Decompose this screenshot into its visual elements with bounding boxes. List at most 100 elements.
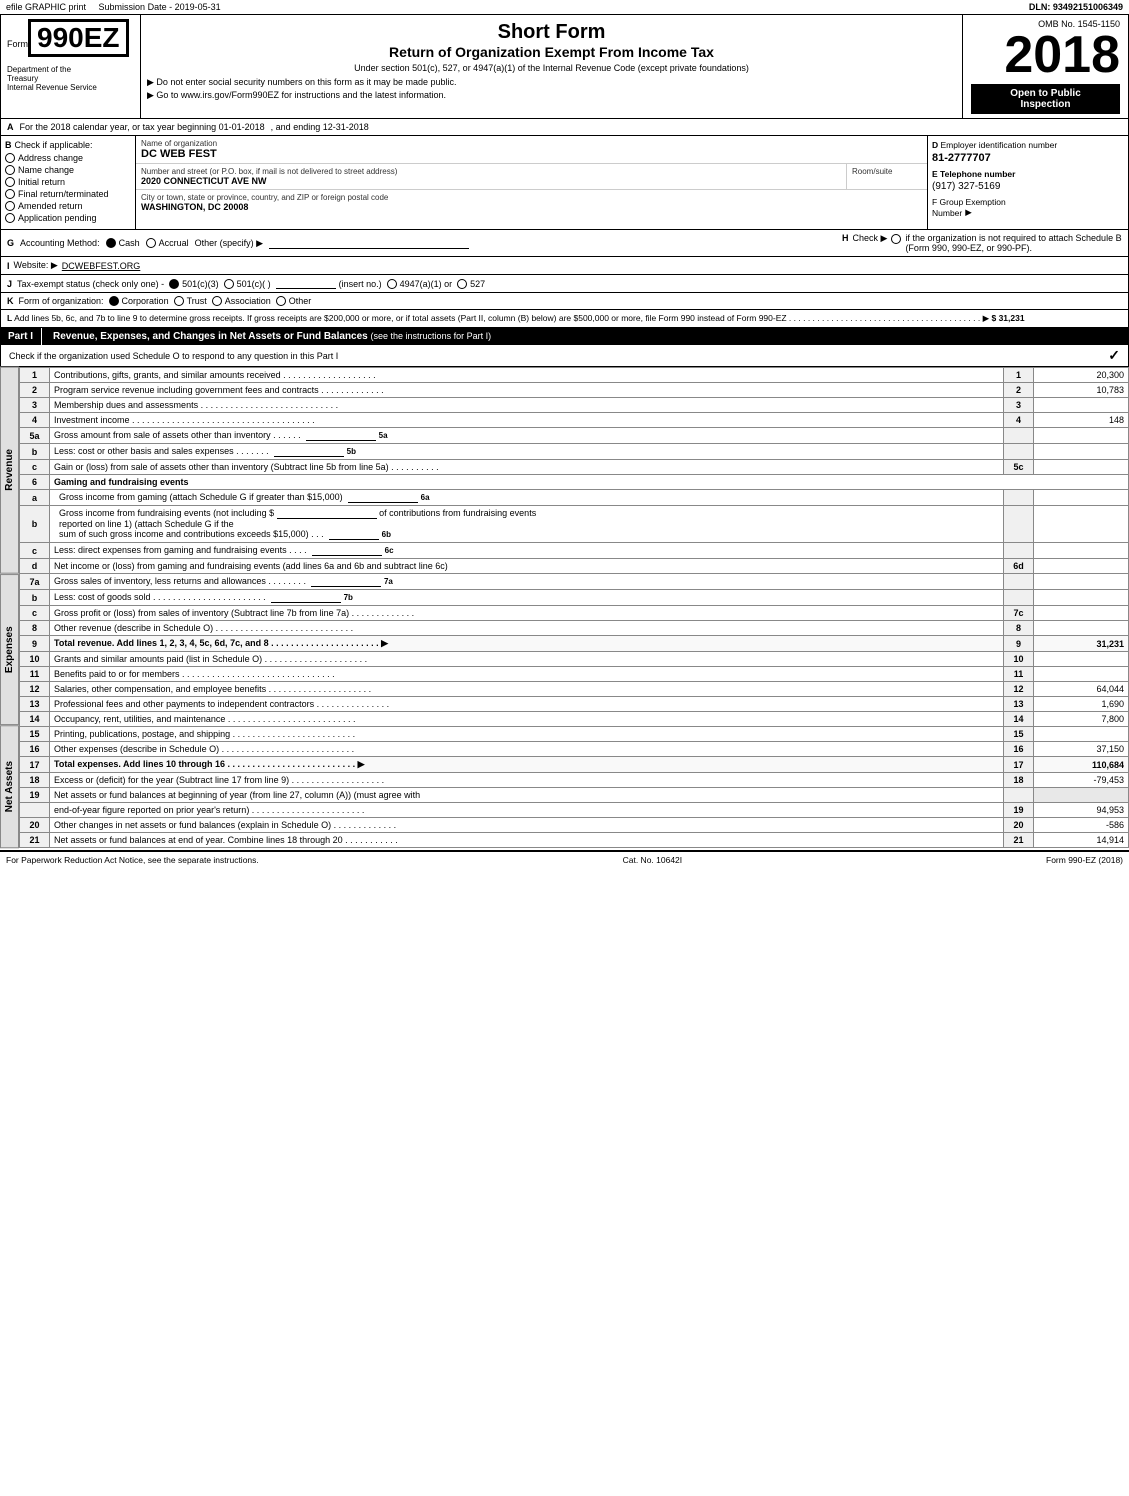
form-number: 990EZ: [28, 19, 129, 57]
line-num-10: 10: [20, 652, 50, 667]
table-row: 20 Other changes in net assets or fund b…: [20, 818, 1129, 833]
final-return-label: Final return/terminated: [18, 189, 109, 199]
k-assoc-label: Association: [225, 296, 271, 306]
line-ref-19a: [1004, 788, 1034, 803]
line-num-13: 13: [20, 697, 50, 712]
check-row-address: Address change: [5, 153, 131, 163]
table-row: 1 Contributions, gifts, grants, and simi…: [20, 368, 1129, 383]
dept-line3: Internal Revenue Service: [7, 83, 134, 92]
page-wrapper: efile GRAPHIC print Submission Date - 20…: [0, 0, 1129, 868]
application-pending-radio[interactable]: [5, 213, 15, 223]
line-num-12: 12: [20, 682, 50, 697]
line-desc-19b: end-of-year figure reported on prior yea…: [50, 803, 1004, 818]
footer-form-ref: Form 990-EZ (2018): [1046, 855, 1123, 865]
j-label: J: [7, 279, 12, 289]
j-insert-line[interactable]: [276, 278, 336, 289]
line-val-2: 10,783: [1034, 383, 1129, 398]
7a-inline-box: [311, 576, 381, 587]
line-desc-20: Other changes in net assets or fund bala…: [50, 818, 1004, 833]
line-val-10: [1034, 652, 1129, 667]
j-501c-radio[interactable]: [224, 279, 234, 289]
j-4947-radio[interactable]: [387, 279, 397, 289]
amended-return-radio[interactable]: [5, 201, 15, 211]
org-street-row: Number and street (or P.O. box, if mail …: [136, 164, 927, 190]
table-row: 3 Membership dues and assessments . . . …: [20, 398, 1129, 413]
other-input-line[interactable]: [269, 238, 469, 249]
table-row: 10 Grants and similar amounts paid (list…: [20, 652, 1129, 667]
inspection-box: Open to Public Inspection: [971, 84, 1120, 114]
h-radio[interactable]: [891, 234, 901, 244]
net-assets-label: Net Assets: [0, 725, 19, 848]
j-501c3-radio[interactable]: [169, 279, 179, 289]
cash-radio[interactable]: [106, 238, 116, 248]
k-assoc-radio[interactable]: [212, 296, 222, 306]
table-row: a Gross income from gaming (attach Sched…: [20, 490, 1129, 506]
table-row: end-of-year figure reported on prior yea…: [20, 803, 1129, 818]
line-ref-7b: [1004, 590, 1034, 606]
line-ref-6d: 6d: [1004, 559, 1034, 574]
final-return-radio[interactable]: [5, 189, 15, 199]
line-val-6b: [1034, 506, 1129, 543]
line-val-1: 20,300: [1034, 368, 1129, 383]
initial-return-label: Initial return: [18, 177, 65, 187]
top-bar: efile GRAPHIC print Submission Date - 20…: [0, 0, 1129, 15]
tax-exempt-section: J Tax-exempt status (check only one) - 5…: [0, 275, 1129, 293]
line-ref-8: 8: [1004, 621, 1034, 636]
city-value: WASHINGTON, DC 20008: [141, 202, 922, 212]
k-other-radio[interactable]: [276, 296, 286, 306]
k-corp-radio[interactable]: [109, 296, 119, 306]
line-ref-5b: [1004, 444, 1034, 460]
line-num-6: 6: [20, 475, 50, 490]
d-label: D: [932, 140, 938, 150]
accounting-section: G Accounting Method: Cash Accrual Other …: [0, 230, 1129, 257]
subtitle: Under section 501(c), 527, or 4947(a)(1)…: [147, 63, 956, 73]
website-label: Website: ▶: [14, 260, 58, 271]
room-label: Room/suite: [852, 167, 922, 176]
line-desc-19a: Net assets or fund balances at beginning…: [50, 788, 1004, 803]
table-row: 21 Net assets or fund balances at end of…: [20, 833, 1129, 848]
checkmark: ✓: [1108, 347, 1120, 364]
line-num-6d: d: [20, 559, 50, 574]
cash-option: Cash: [106, 238, 140, 248]
7a-ref-inline: 7a: [384, 577, 393, 586]
name-change-radio[interactable]: [5, 165, 15, 175]
table-row: 6 Gaming and fundraising events: [20, 475, 1129, 490]
year-display: 2018: [971, 29, 1120, 81]
l-label: L: [7, 313, 12, 323]
footer: For Paperwork Reduction Act Notice, see …: [0, 850, 1129, 868]
group-exemption-label: F Group Exemption: [932, 197, 1006, 207]
org-info-section: Name of organization DC WEB FEST Number …: [136, 136, 928, 229]
accrual-radio[interactable]: [146, 238, 156, 248]
line-num-9: 9: [20, 636, 50, 652]
initial-return-radio[interactable]: [5, 177, 15, 187]
employer-id-value: 81-2777707: [932, 152, 1124, 164]
address-change-label: Address change: [18, 153, 83, 163]
line-desc-17: Total expenses. Add lines 10 through 16 …: [50, 757, 1004, 773]
address-change-radio[interactable]: [5, 153, 15, 163]
line-desc-7c: Gross profit or (loss) from sales of inv…: [50, 606, 1004, 621]
line-ref-1: 1: [1004, 368, 1034, 383]
line-num-2: 2: [20, 383, 50, 398]
k-corporation: Corporation: [109, 296, 169, 306]
5a-ref-inline: 5a: [379, 431, 388, 440]
line-ref-18: 18: [1004, 773, 1034, 788]
line-ref-6a: [1004, 490, 1034, 506]
form-header: Form 990EZ Department of the Treasury In…: [0, 15, 1129, 119]
form-number-row: Form 990EZ: [7, 19, 134, 57]
amended-return-label: Amended return: [18, 201, 83, 211]
k-trust-radio[interactable]: [174, 296, 184, 306]
org-city-row: City or town, state or province, country…: [136, 190, 927, 215]
line-ref-19b: 19: [1004, 803, 1034, 818]
j-527-radio[interactable]: [457, 279, 467, 289]
city-label: City or town, state or province, country…: [141, 193, 922, 202]
line-num-8: 8: [20, 621, 50, 636]
l-text: Add lines 5b, 6c, and 7b to line 9 to de…: [14, 313, 991, 323]
line-num-19b: [20, 803, 50, 818]
table-row: 13 Professional fees and other payments …: [20, 697, 1129, 712]
other-label: Other (specify) ▶: [195, 238, 263, 249]
section-a-ending: , and ending 12-31-2018: [271, 122, 369, 132]
line-val-6a: [1034, 490, 1129, 506]
7b-inline-box: [271, 592, 341, 603]
7b-ref-inline: 7b: [344, 593, 353, 602]
5a-inline-box: [306, 430, 376, 441]
